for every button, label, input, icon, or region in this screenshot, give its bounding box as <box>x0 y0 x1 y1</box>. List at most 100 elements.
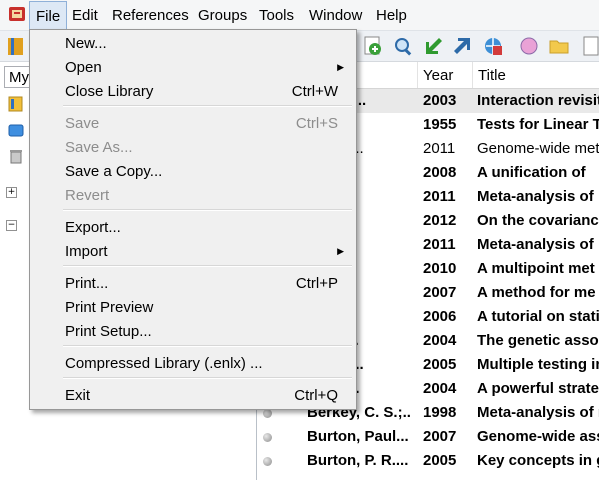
menu-item-open[interactable]: Open ▶ <box>32 56 354 80</box>
menu-item-new[interactable]: New... <box>32 32 354 56</box>
reference-year: 2011 <box>423 236 456 253</box>
menu-item-label: Save As... <box>65 139 133 156</box>
reference-title: Meta-analysis of m <box>477 404 599 421</box>
menu-item-shortcut: Ctrl+Q <box>294 387 338 404</box>
menu-edit[interactable]: Edit <box>66 0 104 30</box>
menu-references[interactable]: References <box>106 0 195 30</box>
reference-year: 1955 <box>423 116 457 133</box>
reference-year: 2011 <box>423 188 456 205</box>
reference-year: 2006 <box>423 308 457 325</box>
export-icon[interactable] <box>452 35 474 57</box>
submenu-arrow-icon: ▶ <box>337 247 344 257</box>
reference-year: 2004 <box>423 380 457 397</box>
collapse-group-toggle[interactable]: − <box>6 220 17 231</box>
reference-year: 2003 <box>423 92 457 109</box>
column-year[interactable]: Year <box>417 62 473 88</box>
menu-item-label: Save <box>65 115 100 132</box>
reference-title: A powerful strate <box>477 380 599 397</box>
menu-item-save-a-copy[interactable]: Save a Copy... <box>32 160 354 184</box>
reference-title: Genome-wide met <box>477 140 599 157</box>
reference-title: A unification of <box>477 164 586 181</box>
menu-window[interactable]: Window <box>303 0 368 30</box>
menu-item-label: New... <box>65 35 107 52</box>
online-search-icon[interactable] <box>482 35 504 57</box>
menu-item-label: Exit <box>65 387 91 404</box>
reference-author: Burton, P. R.... <box>307 452 409 469</box>
reference-title: The genetic assoc <box>477 332 599 349</box>
reference-year: 2005 <box>423 356 457 373</box>
import-icon[interactable] <box>422 35 444 57</box>
menu-item-print-setup[interactable]: Print Setup... <box>32 320 354 344</box>
read-status-icon[interactable] <box>263 409 272 418</box>
menu-item-close-library[interactable]: Close Library Ctrl+W <box>32 80 354 104</box>
reference-year: 2005 <box>423 452 457 469</box>
reference-year: 2010 <box>423 260 457 277</box>
file-menu-dropdown: New... Open ▶ Close Library Ctrl+W Save Ctrl+S… <box>29 29 357 410</box>
column-title[interactable]: Title <box>472 62 599 88</box>
menu-item-label: Compressed Library (.enlx) ... <box>65 355 263 372</box>
menu-item-label: Print Setup... <box>65 323 152 340</box>
menu-tools[interactable]: Tools <box>253 0 300 30</box>
menu-item-label: Close Library <box>65 83 154 100</box>
reference-title: Genome-wide ass <box>477 428 599 445</box>
reference-title: Meta-analysis of <box>477 236 594 253</box>
menu-item-label: Revert <box>65 187 110 204</box>
menu-separator <box>63 265 352 267</box>
document-icon[interactable] <box>580 35 599 57</box>
reference-year: 2012 <box>423 212 457 229</box>
menu-item-print[interactable]: Print... Ctrl+P <box>32 272 354 296</box>
menu-help[interactable]: Help <box>370 0 413 30</box>
reference-row[interactable]: Burton, Paul... 2007 Genome-wide ass <box>257 425 599 449</box>
menu-separator <box>63 209 352 211</box>
menu-bar: File Edit References Groups Tools Window… <box>0 0 599 31</box>
search-icon[interactable] <box>392 35 414 57</box>
reference-row[interactable]: Burton, P. R.... 2005 Key concepts in g <box>257 449 599 473</box>
expand-group-toggle[interactable]: + <box>6 187 17 198</box>
all-references-icon[interactable] <box>8 96 24 112</box>
reference-year: 2004 <box>423 332 457 349</box>
menu-item-shortcut: Ctrl+S <box>295 115 338 132</box>
menu-item-compressed-library-enlx[interactable]: Compressed Library (.enlx) ... <box>32 352 354 376</box>
library-icon[interactable] <box>5 35 27 57</box>
reference-author: Burton, Paul... <box>307 428 409 445</box>
reference-title: On the covarianc <box>477 212 599 229</box>
menu-file[interactable]: File <box>29 1 68 30</box>
new-reference-icon[interactable] <box>362 35 384 57</box>
submenu-arrow-icon: ▶ <box>337 63 344 73</box>
trash-icon[interactable] <box>8 148 24 164</box>
menu-item-shortcut: Ctrl+W <box>291 83 338 100</box>
menu-item-import[interactable]: Import ▶ <box>32 240 354 264</box>
menu-item-label: Save a Copy... <box>65 163 163 180</box>
menu-item-label: Open <box>65 59 102 76</box>
read-status-icon[interactable] <box>263 457 272 466</box>
menu-item-exit[interactable]: Exit Ctrl+Q <box>32 384 354 408</box>
unfiled-icon[interactable] <box>8 122 24 138</box>
reference-title: A method for me <box>477 284 596 301</box>
open-folder-icon[interactable] <box>548 35 570 57</box>
reference-title: Meta-analysis of <box>477 188 594 205</box>
read-status-icon[interactable] <box>263 433 272 442</box>
reference-year: 1998 <box>423 404 457 421</box>
menu-item-save-as: Save As... <box>32 136 354 160</box>
menu-item-save: Save Ctrl+S <box>32 112 354 136</box>
menu-item-revert: Revert <box>32 184 354 208</box>
reference-title: Interaction revisit <box>477 92 599 109</box>
reference-title: Key concepts in g <box>477 452 599 469</box>
menu-item-label: Print... <box>65 275 109 292</box>
reference-title: A tutorial on stati <box>477 308 599 325</box>
reference-title: Tests for Linear T <box>477 116 599 133</box>
reference-year: 2011 <box>423 140 456 157</box>
reference-title: Multiple testing in <box>477 356 599 373</box>
menu-item-print-preview[interactable]: Print Preview <box>32 296 354 320</box>
menu-separator <box>63 377 352 379</box>
menu-item-label: Print Preview <box>65 299 154 316</box>
reference-year: 2007 <box>423 284 457 301</box>
menu-item-label: Import <box>65 243 108 260</box>
find-full-text-icon[interactable] <box>518 35 540 57</box>
menu-groups[interactable]: Groups <box>192 0 253 30</box>
reference-title: A multipoint met <box>477 260 595 277</box>
endnote-app-icon[interactable] <box>8 5 26 23</box>
menu-item-shortcut: Ctrl+P <box>295 275 338 292</box>
reference-year: 2008 <box>423 164 457 181</box>
menu-item-export[interactable]: Export... <box>32 216 354 240</box>
